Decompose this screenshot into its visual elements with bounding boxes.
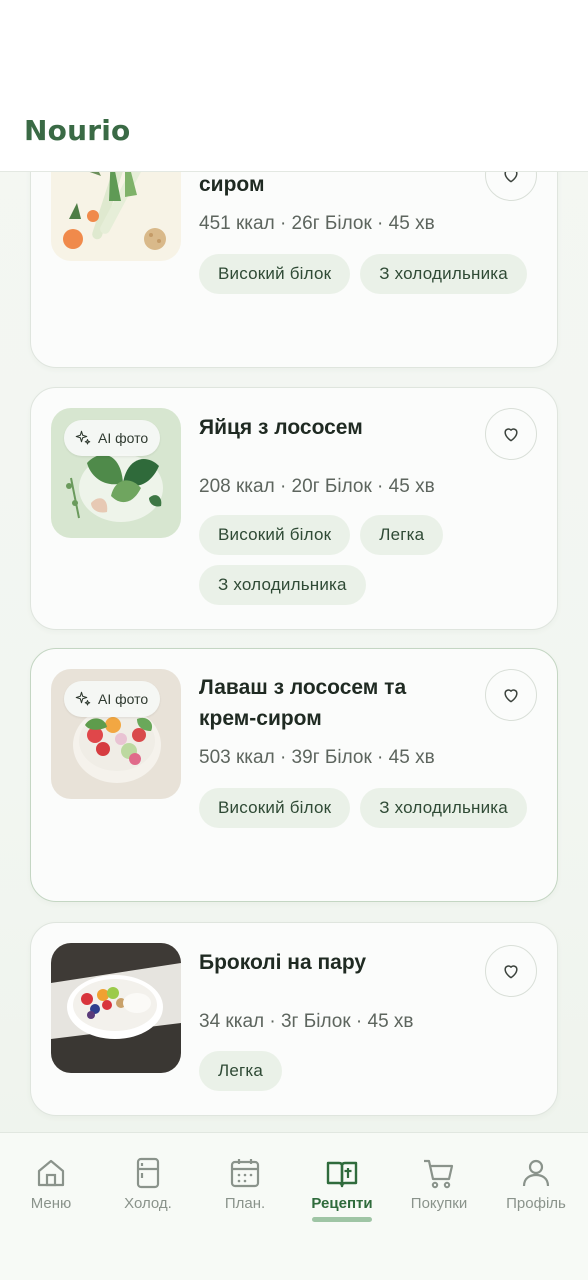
tab-label: План. [224, 1195, 266, 1212]
fridge-icon [136, 1157, 160, 1189]
recipe-thumbnail: AI фото [51, 669, 181, 799]
sparkle-icon [75, 691, 91, 706]
tag: З холодильника [360, 788, 527, 828]
ai-photo-badge: AI фото [64, 681, 161, 717]
tab-shopping[interactable]: Покупки [390, 1155, 488, 1212]
recipe-meta: 34 ккал · 3г Білок · 45 хв [199, 1011, 414, 1032]
app-header: Nourio [0, 0, 588, 172]
tag-list: Високий білок З холодильника [199, 788, 539, 828]
ai-photo-label: AI фото [98, 430, 149, 446]
active-tab-indicator [312, 1217, 372, 1222]
recipe-title[interactable]: Лаваш з лососем та крем-сиром [199, 672, 449, 734]
tag: Легка [199, 1051, 283, 1091]
recipe-card[interactable]: AI фото Яйця з лососем 208 ккал · 20г Бі… [30, 387, 558, 630]
recipe-book-icon [326, 1161, 358, 1188]
tag: Високий білок [199, 254, 351, 294]
tab-label: Рецепти [311, 1195, 373, 1212]
favorite-button[interactable] [485, 945, 537, 997]
tab-profile[interactable]: Профіль [487, 1155, 585, 1212]
tag-list: Високий білок З холодильника [199, 254, 539, 294]
favorite-button[interactable] [485, 408, 537, 460]
tag: Легка [360, 515, 444, 555]
heart-icon [504, 428, 518, 442]
app-logo-text: Nourio [24, 114, 131, 147]
cart-icon [424, 1159, 454, 1189]
favorite-button[interactable] [485, 669, 537, 721]
heart-icon [504, 689, 518, 703]
person-icon [522, 1159, 550, 1187]
tab-label: Меню [30, 1195, 72, 1212]
recipe-title[interactable]: Яйця з лососем [199, 412, 469, 443]
ai-photo-label: AI фото [98, 691, 149, 707]
bottom-tab-bar: Меню Холод. План. Рецепти Покупки Профіл… [0, 1132, 588, 1280]
home-icon [37, 1159, 65, 1187]
tab-planner[interactable]: План. [196, 1155, 294, 1212]
tab-label: Профіль [506, 1195, 566, 1212]
tag: З холодильника [360, 254, 527, 294]
tab-label: Покупки [410, 1195, 468, 1212]
tab-label: Холод. [124, 1195, 172, 1212]
heart-icon [504, 965, 518, 979]
recipe-thumbnail [51, 943, 181, 1073]
tab-fridge[interactable]: Холод. [99, 1155, 197, 1212]
calendar-icon [230, 1159, 260, 1188]
recipe-title[interactable]: сиром [199, 169, 469, 200]
recipe-meta: 503 ккал · 39г Білок · 45 хв [199, 747, 435, 768]
tag-list: Високий білок Легка З холодильника [199, 515, 539, 605]
sparkle-icon [75, 430, 91, 445]
tag: З холодильника [199, 565, 366, 605]
tag: Високий білок [199, 515, 351, 555]
tag: Високий білок [199, 788, 351, 828]
ai-photo-badge: AI фото [64, 420, 161, 456]
recipe-card[interactable]: Броколі на пару 34 ккал · 3г Білок · 45 … [30, 922, 558, 1116]
recipe-meta: 451 ккал · 26г Білок · 45 хв [199, 213, 435, 234]
tab-menu[interactable]: Меню [2, 1155, 100, 1212]
recipe-title[interactable]: Броколі на пару [199, 947, 469, 978]
recipe-thumbnail: AI фото [51, 408, 181, 538]
recipe-card[interactable]: AI фото Лаваш з лососем та крем-сиром 50… [30, 648, 558, 902]
tab-recipes[interactable]: Рецепти [293, 1155, 391, 1212]
yogurt-bowl-photo [51, 943, 181, 1073]
tag-list: Легка [199, 1051, 539, 1091]
recipe-meta: 208 ккал · 20г Білок · 45 хв [199, 476, 435, 497]
